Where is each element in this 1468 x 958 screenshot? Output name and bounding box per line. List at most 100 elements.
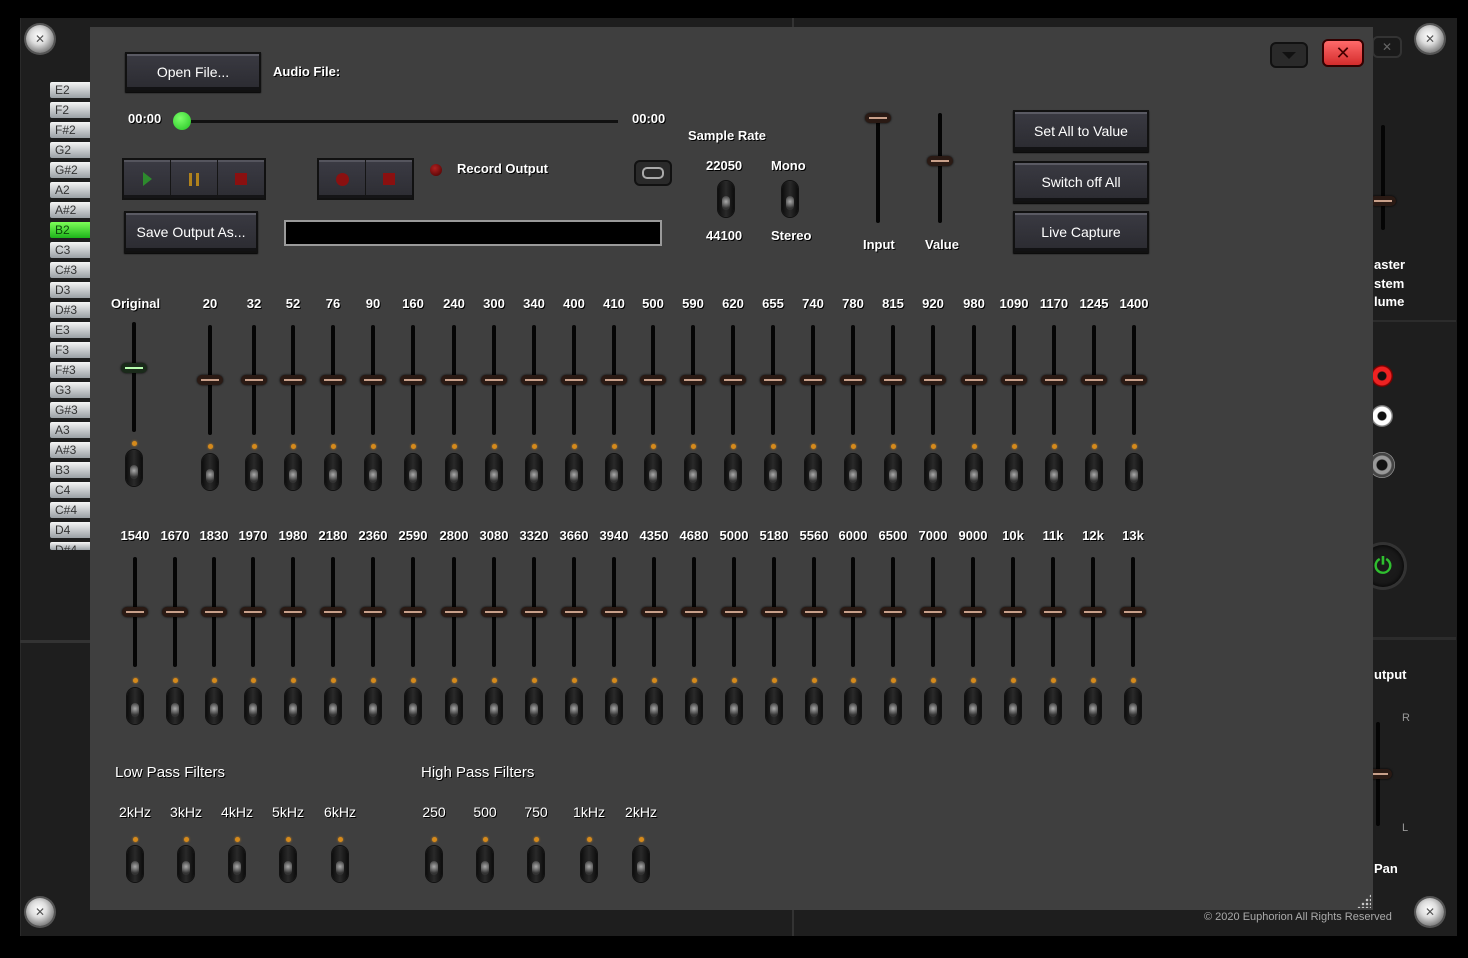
slider-thumb[interactable]: [920, 607, 946, 617]
band-toggle[interactable]: [885, 454, 901, 490]
band-toggle[interactable]: [965, 688, 981, 724]
band-toggle[interactable]: [167, 688, 183, 724]
note-button[interactable]: E3: [50, 322, 90, 338]
slider-thumb[interactable]: [561, 607, 587, 617]
slider-thumb[interactable]: [760, 375, 786, 385]
slider-thumb[interactable]: [840, 607, 866, 617]
band-toggle[interactable]: [566, 454, 582, 490]
note-button[interactable]: F3: [50, 342, 90, 358]
loop-button[interactable]: [634, 160, 672, 186]
slider-thumb[interactable]: [561, 375, 587, 385]
note-button[interactable]: D4: [50, 522, 90, 538]
band-toggle[interactable]: [526, 454, 542, 490]
filter-toggle[interactable]: [426, 846, 442, 882]
filter-toggle[interactable]: [178, 846, 194, 882]
slider-thumb[interactable]: [801, 607, 827, 617]
band-toggle[interactable]: [726, 688, 742, 724]
slider-thumb[interactable]: [481, 375, 507, 385]
slider-thumb[interactable]: [360, 375, 386, 385]
band-toggle[interactable]: [1126, 454, 1142, 490]
original-toggle[interactable]: [126, 450, 142, 486]
note-button[interactable]: A3: [50, 422, 90, 438]
note-button[interactable]: B3: [50, 462, 90, 478]
slider-thumb[interactable]: [1370, 196, 1396, 207]
band-toggle[interactable]: [1006, 454, 1022, 490]
filter-toggle[interactable]: [127, 846, 143, 882]
slider-thumb[interactable]: [641, 607, 667, 617]
note-button[interactable]: D#3: [50, 302, 90, 318]
live-capture-button[interactable]: Live Capture: [1013, 211, 1149, 253]
band-toggle[interactable]: [1125, 688, 1141, 724]
note-button[interactable]: F#2: [50, 122, 90, 138]
band-toggle[interactable]: [646, 688, 662, 724]
slider-thumb[interactable]: [1121, 375, 1147, 385]
slider-thumb[interactable]: [800, 375, 826, 385]
slider-thumb[interactable]: [400, 607, 426, 617]
slider-thumb[interactable]: [197, 375, 223, 385]
set-all-to-value-button[interactable]: Set All to Value: [1013, 110, 1149, 152]
note-button[interactable]: D#4: [50, 542, 90, 550]
band-toggle[interactable]: [206, 688, 222, 724]
note-button[interactable]: A#2: [50, 202, 90, 218]
record-button[interactable]: [319, 160, 366, 198]
band-toggle[interactable]: [725, 454, 741, 490]
filter-toggle[interactable]: [581, 846, 597, 882]
seek-bar[interactable]: [180, 120, 618, 123]
note-button[interactable]: G#2: [50, 162, 90, 178]
band-toggle[interactable]: [365, 454, 381, 490]
filter-toggle[interactable]: [633, 846, 649, 882]
band-toggle[interactable]: [845, 688, 861, 724]
band-toggle[interactable]: [325, 454, 341, 490]
minimize-button[interactable]: [1270, 42, 1308, 68]
switch-off-all-button[interactable]: Switch off All: [1013, 161, 1149, 203]
band-toggle[interactable]: [1085, 688, 1101, 724]
slider-thumb[interactable]: [441, 607, 467, 617]
slider-thumb[interactable]: [721, 607, 747, 617]
slider-thumb[interactable]: [521, 375, 547, 385]
note-button[interactable]: D3: [50, 282, 90, 298]
note-button[interactable]: B2: [50, 222, 90, 238]
band-toggle[interactable]: [127, 688, 143, 724]
filter-toggle[interactable]: [280, 846, 296, 882]
slider-thumb[interactable]: [927, 156, 953, 166]
slider-thumb[interactable]: [320, 607, 346, 617]
slider-thumb[interactable]: [360, 607, 386, 617]
slider-thumb[interactable]: [1120, 607, 1146, 617]
band-toggle[interactable]: [285, 454, 301, 490]
band-toggle[interactable]: [526, 688, 542, 724]
band-toggle[interactable]: [566, 688, 582, 724]
band-toggle[interactable]: [925, 454, 941, 490]
band-toggle[interactable]: [1005, 688, 1021, 724]
band-toggle[interactable]: [325, 688, 341, 724]
band-toggle[interactable]: [806, 688, 822, 724]
slider-thumb[interactable]: [1000, 607, 1026, 617]
band-toggle[interactable]: [365, 688, 381, 724]
slider-thumb[interactable]: [240, 607, 266, 617]
slider-thumb[interactable]: [761, 607, 787, 617]
slider-thumb[interactable]: [1041, 375, 1067, 385]
note-button[interactable]: G#3: [50, 402, 90, 418]
note-button[interactable]: E2: [50, 82, 90, 98]
slider-thumb[interactable]: [640, 375, 666, 385]
band-toggle[interactable]: [486, 688, 502, 724]
slider-thumb[interactable]: [960, 607, 986, 617]
slider-thumb[interactable]: [1040, 607, 1066, 617]
band-toggle[interactable]: [1086, 454, 1102, 490]
slider-thumb[interactable]: [280, 375, 306, 385]
slider-thumb[interactable]: [441, 375, 467, 385]
slider-thumb[interactable]: [720, 375, 746, 385]
band-toggle[interactable]: [685, 454, 701, 490]
band-toggle[interactable]: [285, 688, 301, 724]
filter-toggle[interactable]: [528, 846, 544, 882]
filter-toggle[interactable]: [229, 846, 245, 882]
close-button[interactable]: ✕: [1322, 39, 1364, 67]
open-file-button[interactable]: Open File...: [125, 52, 261, 92]
note-button[interactable]: C#3: [50, 262, 90, 278]
slider-thumb[interactable]: [241, 375, 267, 385]
slider-thumb[interactable]: [201, 607, 227, 617]
note-button[interactable]: A#3: [50, 442, 90, 458]
output-path-field[interactable]: [284, 220, 662, 246]
band-toggle[interactable]: [766, 688, 782, 724]
band-toggle[interactable]: [246, 454, 262, 490]
slider-thumb[interactable]: [961, 375, 987, 385]
